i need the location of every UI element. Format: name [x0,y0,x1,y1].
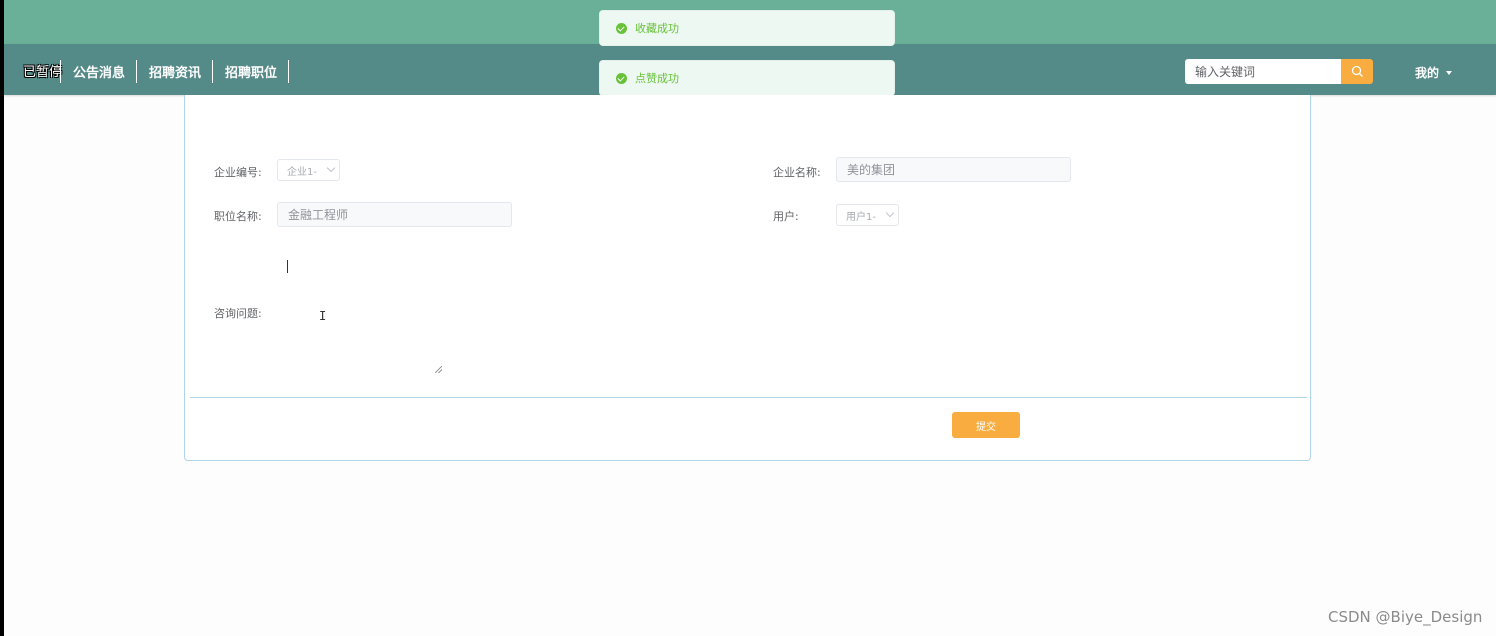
nav-item-recruit-positions[interactable]: 招聘职位 [225,62,277,81]
check-circle-icon [616,22,627,34]
success-toast-like: 点赞成功 [599,60,895,96]
search-input[interactable] [1185,59,1341,84]
user-value: 用户1- [846,211,876,223]
ibeam-cursor-icon: I [319,309,327,323]
check-circle-icon [616,72,627,84]
company-id-value: 企业1- [287,166,317,178]
nav-separator [288,60,289,83]
nav-separator [60,60,61,83]
position-value: 金融工程师 [288,208,349,222]
nav-separator [136,60,137,83]
toast-text: 点赞成功 [635,72,679,85]
form-divider [190,397,1307,398]
user-menu[interactable]: 我的 [1415,64,1453,81]
nav-item-recruit-news[interactable]: 招聘资讯 [149,62,201,81]
toast-text: 收藏成功 [635,22,679,35]
text-cursor [287,260,288,273]
search-icon [1351,65,1363,77]
company-name-value: 美的集团 [847,163,896,177]
search-button[interactable] [1341,59,1373,84]
question-textarea[interactable] [277,295,442,373]
resize-handle-icon[interactable] [435,366,442,373]
position-label: 职位名称: [214,210,262,223]
user-label: 用户: [773,210,799,223]
chevron-down-icon [885,208,895,218]
left-edge-bar [0,0,4,636]
consult-form-card: 企业编号: 企业1- 企业名称: 美的集团 职位名称: 金融工程师 用户: 用户… [184,95,1311,461]
success-toast-favorite: 收藏成功 [599,10,895,46]
question-label: 咨询问题: [214,307,262,320]
position-field[interactable]: 金融工程师 [277,202,512,227]
company-name-label: 企业名称: [773,166,821,179]
nav-logo[interactable]: 已暂停 [23,61,62,80]
company-id-label: 企业编号: [214,166,262,179]
nav-separator [212,60,213,83]
user-select[interactable]: 用户1- [836,204,899,226]
nav-item-announcements[interactable]: 公告消息 [73,62,125,81]
watermark: CSDN @Biye_Design [1328,608,1483,626]
caret-down-icon [1446,70,1453,75]
user-menu-label: 我的 [1415,66,1440,80]
company-name-field[interactable]: 美的集团 [836,157,1071,182]
company-id-select[interactable]: 企业1- [277,159,340,181]
submit-button[interactable]: 提交 [952,412,1020,438]
chevron-down-icon [326,163,336,173]
